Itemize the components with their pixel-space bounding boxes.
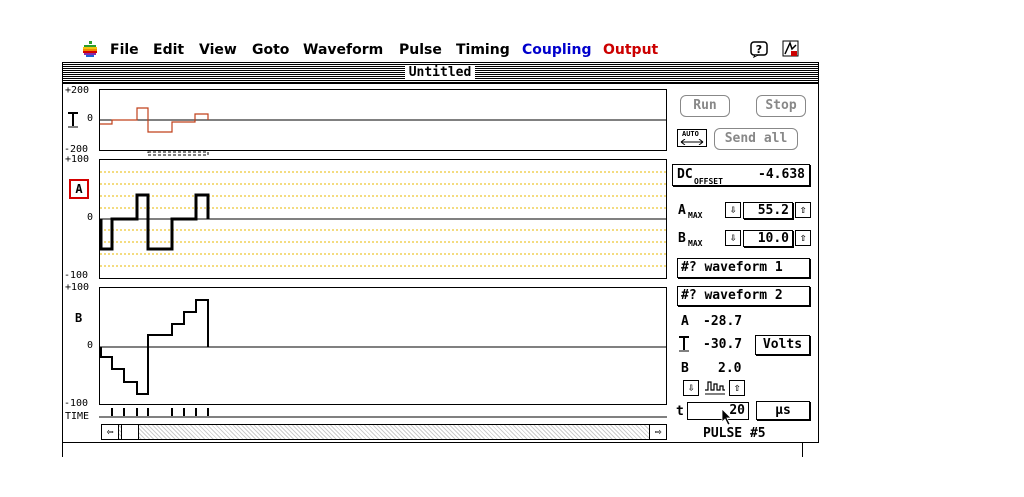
dc-offset-value: -4.638 <box>758 167 805 182</box>
bmax-value[interactable]: 10.0 <box>743 230 793 247</box>
top-plot-ymax: +200 <box>65 85 90 96</box>
time-ticks <box>99 408 667 418</box>
a-readout-label: A <box>681 314 689 329</box>
window-edge-left <box>62 443 63 457</box>
amax-up-arrow-icon[interactable]: ⇧ <box>795 202 811 218</box>
window-edge-right <box>802 443 803 457</box>
auto-toggle[interactable]: AUTO <box>677 129 707 147</box>
a-readout-value: -28.7 <box>703 314 743 329</box>
bmax-sub: MAX <box>688 239 703 248</box>
pulse-number-label: PULSE #5 <box>703 426 766 441</box>
menu-goto[interactable]: Goto <box>252 42 289 58</box>
top-plot-ymid: 0 <box>87 113 94 124</box>
menu-timing[interactable]: Timing <box>456 42 510 58</box>
scroll-right-arrow-icon[interactable]: ⇨ <box>649 425 666 439</box>
mid-readout-marker-icon <box>679 336 689 352</box>
pulse-down-arrow-icon[interactable]: ⇩ <box>683 380 699 396</box>
b-plot-pane[interactable] <box>99 287 667 405</box>
mouse-cursor-icon <box>721 408 732 426</box>
menu-coupling[interactable]: Coupling <box>522 42 591 58</box>
amax-down-arrow-icon[interactable]: ⇩ <box>725 202 741 218</box>
b-plot <box>100 299 666 395</box>
cursor-marker-icon <box>68 112 78 128</box>
apple-logo-icon[interactable] <box>82 41 98 58</box>
menu-waveform[interactable]: Waveform <box>303 42 383 58</box>
mid-readout-value: -30.7 <box>703 337 743 352</box>
stop-button[interactable]: Stop <box>756 95 806 117</box>
channel-b-label: B <box>75 311 83 325</box>
a-plot-ymax: +100 <box>65 154 90 165</box>
a-plot-ymin: -100 <box>64 270 89 281</box>
bmax-label: B <box>678 231 686 246</box>
menu-view[interactable]: View <box>199 42 237 58</box>
menu-bar: File Edit View Goto Waveform Pulse Timin… <box>60 40 820 60</box>
a-plot-pane[interactable] <box>99 159 667 279</box>
menu-file[interactable]: File <box>110 42 139 58</box>
top-plot-pane[interactable] <box>99 89 667 151</box>
time-value-field[interactable]: 20 <box>687 402 749 420</box>
b-plot-ymin: -100 <box>64 398 89 409</box>
top-plot <box>100 107 666 133</box>
b-readout-value: 2.0 <box>718 361 742 376</box>
scroll-thumb[interactable] <box>121 425 139 439</box>
volts-unit-button[interactable]: Volts <box>755 335 810 355</box>
title-bar[interactable]: Untitled <box>63 63 818 84</box>
amax-value[interactable]: 55.2 <box>743 202 793 219</box>
b-plot-ymax: +100 <box>65 282 90 293</box>
dc-offset-label: DC <box>677 167 693 182</box>
a-plot-ymid: 0 <box>87 212 94 223</box>
waveform-2-selector[interactable]: #? waveform 2 <box>677 286 810 306</box>
auto-label: AUTO <box>682 130 699 138</box>
time-label: TIME <box>65 411 90 422</box>
time-unit-button[interactable]: µs <box>756 401 810 420</box>
bmax-up-arrow-icon[interactable]: ⇧ <box>795 230 811 246</box>
channel-a-selector[interactable]: A <box>69 179 89 199</box>
bmax-down-arrow-icon[interactable]: ⇩ <box>725 230 741 246</box>
window-title: Untitled <box>405 65 475 80</box>
help-icon[interactable]: ? <box>750 41 768 58</box>
run-button[interactable]: Run <box>680 95 730 117</box>
amax-sub: MAX <box>688 211 703 220</box>
dc-offset-sub: OFFSET <box>694 177 723 186</box>
send-all-button[interactable]: Send all <box>714 128 798 150</box>
pulse-up-arrow-icon[interactable]: ⇧ <box>729 380 745 396</box>
pulse-waveform-icon <box>705 381 725 395</box>
dc-offset-field[interactable]: DC OFFSET -4.638 <box>672 164 810 186</box>
menu-edit[interactable]: Edit <box>153 42 184 58</box>
b-plot-ymid: 0 <box>87 340 94 351</box>
svg-text:?: ? <box>756 43 762 56</box>
selection-range-indicator <box>147 151 209 156</box>
main-window: Untitled +200 0 -200 +100 0 -100 A +100 … <box>62 62 819 443</box>
horizontal-scrollbar[interactable]: ⇦ ⇨ <box>101 424 667 440</box>
b-readout-label: B <box>681 361 689 376</box>
amax-label: A <box>678 203 686 218</box>
scroll-left-arrow-icon[interactable]: ⇦ <box>102 425 119 439</box>
waveform-1-selector[interactable]: #? waveform 1 <box>677 258 810 278</box>
app-icon[interactable] <box>782 40 800 58</box>
menu-output[interactable]: Output <box>603 42 658 58</box>
t-label: t <box>676 404 684 419</box>
double-arrow-icon <box>680 139 704 145</box>
menu-pulse[interactable]: Pulse <box>399 42 442 58</box>
a-plot <box>100 171 666 267</box>
